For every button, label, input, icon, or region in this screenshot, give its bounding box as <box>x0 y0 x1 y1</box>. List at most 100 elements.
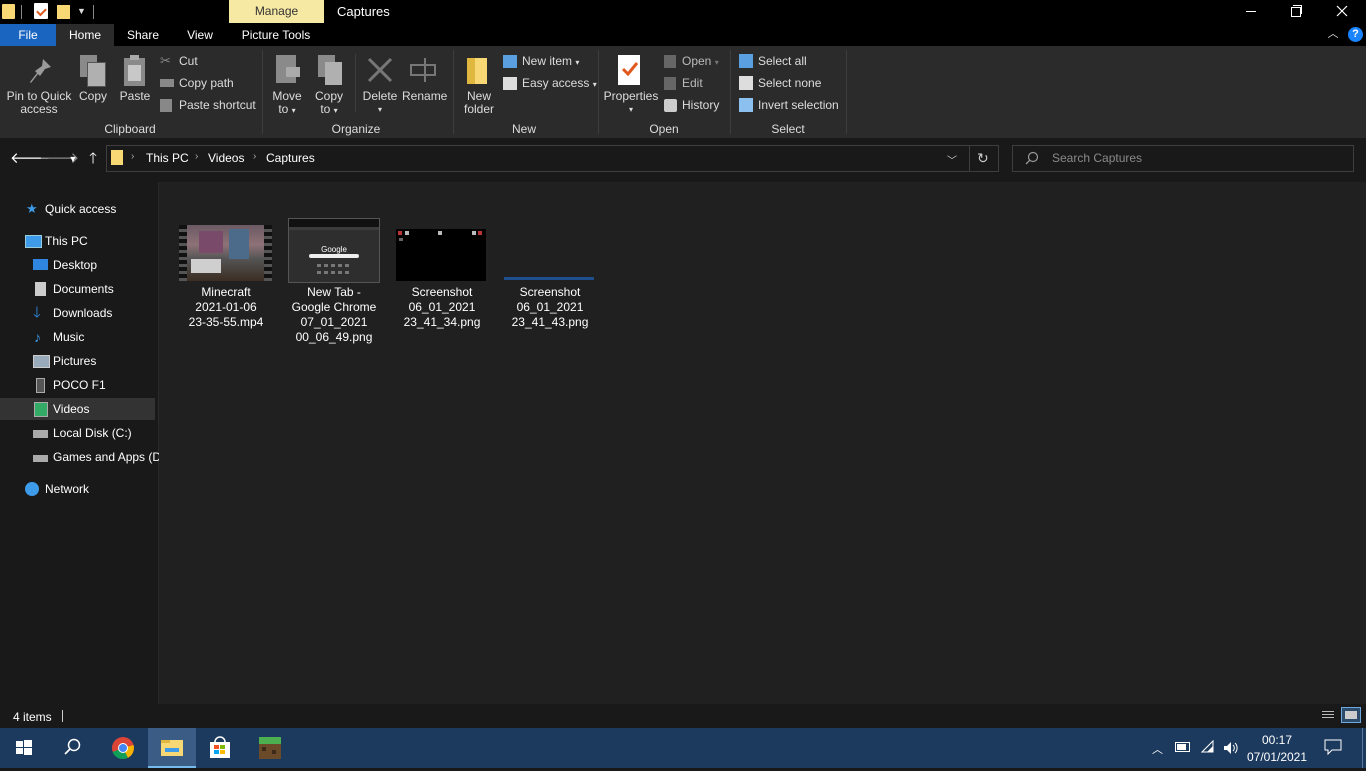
copy-to-button[interactable]: Copy to ▾ <box>310 90 348 117</box>
easy-access-button[interactable]: Easy access ▾ <box>503 75 597 91</box>
nav-item-games-and-apps[interactable]: Games and Apps (D <box>0 446 161 468</box>
nav-item-documents[interactable]: Documents <box>0 278 155 300</box>
store-icon[interactable] <box>196 728 244 768</box>
easy-access-label: Easy access <box>522 76 590 90</box>
invert-selection-button[interactable]: Invert selection <box>739 97 839 113</box>
file-name: Minecraft <box>201 285 251 299</box>
invert-selection-icon <box>739 98 753 112</box>
chevron-up-icon[interactable]: ︿ <box>1326 27 1340 41</box>
nav-item-music[interactable]: ♪ Music <box>0 326 155 348</box>
nav-item-videos[interactable]: Videos <box>0 398 155 420</box>
divider <box>598 50 599 134</box>
forward-arrow-icon[interactable]: 🡒 <box>39 150 79 168</box>
music-icon: ♪ <box>34 329 41 345</box>
rename-button[interactable]: Rename <box>402 90 447 103</box>
chevron-right-icon[interactable]: › <box>253 151 256 162</box>
drive-icon <box>33 455 48 462</box>
chevron-down-icon[interactable]: ▼ <box>77 6 86 16</box>
copy-button[interactable]: Copy <box>76 90 110 103</box>
file-name: 07_01_2021 <box>300 315 368 329</box>
recent-locations-icon[interactable]: ▼ <box>64 150 82 168</box>
nav-item-local-disk[interactable]: Local Disk (C:) <box>0 422 155 444</box>
chevron-right-icon[interactable]: › <box>195 151 198 162</box>
folder-icon[interactable] <box>2 4 15 19</box>
new-item-icon <box>503 55 517 68</box>
chevron-right-icon[interactable]: › <box>131 151 134 162</box>
move-to-button[interactable]: Move to ▾ <box>268 90 306 117</box>
tab-file[interactable]: File <box>0 24 56 46</box>
details-view-icon[interactable] <box>1320 708 1336 722</box>
image-thumbnail <box>504 277 594 280</box>
tab-home[interactable]: Home <box>56 24 114 46</box>
item-count: 4 items <box>13 710 52 724</box>
nav-item-desktop[interactable]: Desktop <box>0 254 155 276</box>
video-thumbnail <box>179 225 272 281</box>
pin-icon <box>24 56 54 90</box>
volume-icon[interactable] <box>1222 740 1240 756</box>
nav-item-quick-access[interactable]: ★ Quick access <box>0 198 155 220</box>
file-name: Google Chrome <box>291 300 377 314</box>
search-button[interactable] <box>48 728 96 768</box>
nav-item-network[interactable]: Network <box>0 478 155 500</box>
new-folder-button[interactable]: New folder <box>458 90 500 116</box>
copy-path-button[interactable]: Copy path <box>160 75 234 91</box>
edit-button[interactable]: Edit <box>664 75 703 91</box>
battery-icon[interactable] <box>1175 742 1190 752</box>
tab-share[interactable]: Share <box>118 24 168 46</box>
nav-item-this-pc[interactable]: This PC <box>0 230 155 252</box>
help-icon[interactable]: ? <box>1348 27 1363 42</box>
back-arrow-icon[interactable]: 🡐 <box>10 150 50 168</box>
open-button[interactable]: Open ▾ <box>664 53 719 69</box>
file-explorer-icon[interactable] <box>148 728 196 768</box>
organize-group-label: Organize <box>331 122 381 136</box>
refresh-icon[interactable]: ↻ <box>977 150 989 167</box>
show-desktop-button[interactable] <box>1362 728 1363 768</box>
properties-icon[interactable] <box>34 3 48 19</box>
delete-icon <box>366 56 394 84</box>
history-button[interactable]: History <box>664 97 719 113</box>
close-button[interactable] <box>1320 0 1366 23</box>
breadcrumb-this-pc[interactable]: This PC <box>146 151 189 165</box>
select-all-icon <box>739 54 753 68</box>
select-all-button[interactable]: Select all <box>739 53 807 69</box>
nav-item-downloads[interactable]: 🡓 Downloads <box>0 302 155 324</box>
tab-picture-tools[interactable]: Picture Tools <box>232 24 320 46</box>
restore-button[interactable] <box>1274 0 1320 23</box>
nav-item-poco-f1[interactable]: POCO F1 <box>0 374 155 396</box>
wifi-icon[interactable] <box>1200 739 1216 755</box>
clock-time[interactable]: 00:17 <box>1242 733 1312 747</box>
tab-view[interactable]: View <box>176 24 224 46</box>
desktop-icon <box>33 259 48 270</box>
cut-button[interactable]: ✂ Cut <box>160 53 198 69</box>
paste-shortcut-button[interactable]: Paste shortcut <box>160 97 256 113</box>
select-none-icon <box>739 76 753 90</box>
address-dropdown-icon[interactable]: ﹀ <box>947 152 957 167</box>
clock-date[interactable]: 07/01/2021 <box>1242 750 1312 764</box>
chevron-up-icon[interactable]: ︿ <box>1152 741 1163 757</box>
tab-manage[interactable]: Manage <box>229 0 324 23</box>
divider <box>93 5 94 19</box>
minecraft-icon[interactable] <box>246 728 294 768</box>
up-arrow-icon[interactable]: 🡑 <box>84 150 102 168</box>
scissors-icon: ✂ <box>160 53 171 68</box>
copy-to-icon <box>318 55 344 87</box>
window-title: Captures <box>337 4 390 19</box>
divider <box>21 5 22 19</box>
notification-icon[interactable] <box>1324 739 1342 756</box>
nav-item-pictures[interactable]: Pictures <box>0 350 155 372</box>
breadcrumb-videos[interactable]: Videos <box>208 151 244 165</box>
large-icons-view-icon[interactable] <box>1341 707 1361 723</box>
select-none-button[interactable]: Select none <box>739 75 821 91</box>
delete-button[interactable]: Delete ▾ <box>358 90 402 116</box>
start-button[interactable] <box>0 728 48 768</box>
minimize-button[interactable] <box>1228 0 1274 23</box>
paste-button[interactable]: Paste <box>118 90 152 103</box>
select-all-label: Select all <box>758 54 807 68</box>
edit-icon <box>664 77 676 90</box>
chrome-icon[interactable] <box>99 728 147 768</box>
new-folder-icon[interactable] <box>57 5 70 19</box>
breadcrumb-captures[interactable]: Captures <box>266 151 315 165</box>
new-item-button[interactable]: New item ▾ <box>503 53 579 69</box>
pin-to-quick-access-button[interactable]: Pin to Quick access <box>4 90 74 116</box>
properties-button[interactable]: Properties ▾ <box>602 90 660 116</box>
